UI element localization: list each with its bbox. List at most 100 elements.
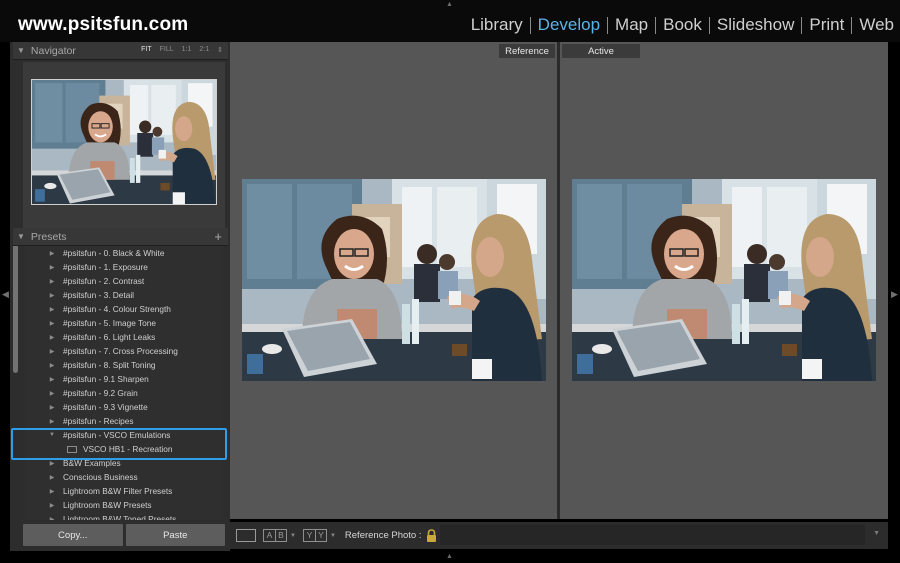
preset-folder[interactable]: ▶ #psitsfun - 8. Split Toning — [25, 358, 223, 372]
collapsed-triangle-icon[interactable]: ▶ — [46, 320, 58, 327]
yy-right-letter: Y — [314, 530, 326, 541]
identity-plate: www.psitsfun.com — [18, 14, 189, 35]
collapsed-triangle-icon[interactable]: ▶ — [46, 292, 58, 299]
compare-toolbar: A B ▼ Y Y ▼ Reference Photo : ▼ — [230, 522, 888, 549]
module-web[interactable]: Web — [852, 15, 894, 35]
preset-folder[interactable]: ▶ #psitsfun - 4. Colour Strength — [25, 302, 223, 316]
presets-title: Presets — [30, 230, 67, 243]
collapsed-triangle-icon[interactable]: ▶ — [46, 362, 58, 369]
preset-label: #psitsfun - 4. Colour Strength — [63, 304, 171, 314]
paste-button[interactable]: Paste — [125, 524, 225, 546]
module-develop[interactable]: Develop — [531, 15, 607, 35]
preset-label: #psitsfun - 6. Light Leaks — [63, 332, 156, 342]
preset-label: #psitsfun - 3. Detail — [63, 290, 135, 300]
compare-divider — [557, 42, 560, 519]
loupe-view-button[interactable] — [236, 529, 256, 542]
preset-label: #psitsfun - 5. Image Tone — [63, 318, 157, 328]
preset-label: Lightroom B&W Presets — [63, 500, 152, 510]
navigator-thumbnail[interactable] — [31, 79, 217, 205]
collapsed-triangle-icon[interactable]: ▶ — [46, 390, 58, 397]
reference-tag: Reference — [499, 44, 555, 58]
collapsed-triangle-icon[interactable]: ▶ — [46, 376, 58, 383]
zoom-fit[interactable]: FIT — [141, 46, 152, 54]
preset-label: #psitsfun - 9.2 Grain — [63, 388, 138, 398]
zoom-fill[interactable]: FILL — [160, 46, 174, 54]
navigator-title: Navigator — [30, 44, 76, 57]
zoom-1-1[interactable]: 1:1 — [182, 46, 192, 54]
preset-list: ▶ #psitsfun - 0. Black & White ▶ #psitsfun … — [25, 246, 223, 520]
preset-label: #psitsfun - 9.1 Sharpen — [63, 374, 149, 384]
preset-folder[interactable]: ▶ #psitsfun - 9.2 Grain — [25, 386, 223, 400]
reference-photo-image — [242, 179, 546, 381]
chevron-down-icon[interactable]: ▼ — [330, 533, 336, 539]
collapsed-triangle-icon[interactable]: ▶ — [46, 306, 58, 313]
module-print[interactable]: Print — [802, 15, 851, 35]
collapsed-triangle-icon[interactable]: ▶ — [46, 348, 58, 355]
copy-paste-bar: Copy... Paste — [23, 524, 225, 546]
preset-folder[interactable]: ▶ Conscious Business — [25, 470, 223, 484]
zoom-2-1[interactable]: 2:1 — [199, 46, 209, 54]
left-panel-scrollbar[interactable] — [13, 228, 18, 373]
module-picker: Library Develop Map Book Slideshow Print… — [464, 15, 894, 35]
selection-highlight-box — [11, 428, 227, 460]
active-photo[interactable] — [572, 179, 876, 381]
yy-view-button[interactable]: Y Y — [302, 529, 327, 542]
toolbar-menu-chevron-icon[interactable]: ▼ — [873, 530, 880, 537]
preset-folder[interactable]: ▶ Lightroom B&W Filter Presets — [25, 484, 223, 498]
photo-thumbnail-image — [32, 80, 216, 204]
toolbar-empty-area — [440, 525, 865, 545]
ab-view-button[interactable]: A B — [263, 529, 287, 542]
lock-icon[interactable] — [426, 528, 437, 543]
collapsed-triangle-icon[interactable]: ▶ — [46, 488, 58, 495]
preset-folder[interactable]: ▶ Lightroom B&W Presets — [25, 498, 223, 512]
collapsed-triangle-icon[interactable]: ▶ — [46, 516, 58, 521]
top-bar: ▲ www.psitsfun.com Library Develop Map B… — [0, 0, 900, 42]
preset-folder[interactable]: ▶ #psitsfun - 3. Detail — [25, 288, 223, 302]
collapsed-triangle-icon[interactable]: ▶ — [46, 278, 58, 285]
collapsed-triangle-icon[interactable]: ▶ — [46, 460, 58, 467]
preset-label: #psitsfun - 0. Black & White — [63, 248, 165, 258]
preset-folder[interactable]: ▶ #psitsfun - 5. Image Tone — [25, 316, 223, 330]
copy-button[interactable]: Copy... — [23, 524, 123, 546]
module-library[interactable]: Library — [464, 15, 530, 35]
preset-folder[interactable]: ▶ #psitsfun - 9.1 Sharpen — [25, 372, 223, 386]
module-slideshow[interactable]: Slideshow — [710, 15, 802, 35]
collapse-triangle-icon[interactable]: ▼ — [17, 46, 25, 55]
collapsed-triangle-icon[interactable]: ▶ — [46, 264, 58, 271]
collapsed-triangle-icon[interactable]: ▶ — [46, 418, 58, 425]
preset-label: #psitsfun - 2. Contrast — [63, 276, 145, 286]
collapsed-triangle-icon[interactable]: ▶ — [46, 334, 58, 341]
collapsed-triangle-icon[interactable]: ▶ — [46, 474, 58, 481]
add-preset-icon[interactable]: + — [214, 229, 222, 244]
active-tag: Active — [562, 44, 640, 58]
preset-folder[interactable]: ▶ #psitsfun - 1. Exposure — [25, 260, 223, 274]
left-panel-toggle-icon[interactable]: ◀ — [2, 289, 9, 300]
preset-label: #psitsfun - 7. Cross Processing — [63, 346, 178, 356]
chevron-down-icon[interactable]: ▼ — [290, 533, 296, 539]
yy-left-letter: Y — [306, 530, 313, 540]
preset-folder[interactable]: ▶ #psitsfun - 0. Black & White — [25, 246, 223, 260]
preset-folder[interactable]: ▶ #psitsfun - 9.3 Vignette — [25, 400, 223, 414]
preset-folder[interactable]: ▶ #psitsfun - 7. Cross Processing — [25, 344, 223, 358]
collapsed-triangle-icon[interactable]: ▶ — [46, 502, 58, 509]
updown-icon[interactable]: ⇕ — [217, 46, 223, 54]
preset-folder[interactable]: ▶ #psitsfun - 2. Contrast — [25, 274, 223, 288]
preset-folder[interactable]: ▶ #psitsfun - 6. Light Leaks — [25, 330, 223, 344]
collapsed-triangle-icon[interactable]: ▶ — [46, 404, 58, 411]
preset-label: Lightroom B&W Toned Presets — [63, 514, 177, 520]
reference-photo[interactable] — [242, 179, 546, 381]
top-panel-toggle-icon[interactable]: ▲ — [446, 1, 453, 8]
module-book[interactable]: Book — [656, 15, 709, 35]
collapse-triangle-icon[interactable]: ▼ — [17, 232, 25, 241]
filmstrip-toggle-icon[interactable]: ▲ — [446, 553, 453, 560]
ab-right-letter: B — [275, 530, 286, 541]
preset-label: #psitsfun - 1. Exposure — [63, 262, 148, 272]
collapsed-triangle-icon[interactable]: ▶ — [46, 250, 58, 257]
module-map[interactable]: Map — [608, 15, 655, 35]
preset-folder[interactable]: ▶ Lightroom B&W Toned Presets — [25, 512, 223, 520]
reference-photo-label: Reference Photo : — [344, 530, 422, 541]
presets-header[interactable]: ▼ Presets + — [13, 228, 228, 246]
navigator-header[interactable]: ▼ Navigator FIT FILL 1:1 2:1 ⇕ — [13, 42, 228, 60]
preset-folder[interactable]: ▶ #psitsfun - Recipes — [25, 414, 223, 428]
right-panel-toggle-icon[interactable]: ▶ — [891, 289, 898, 300]
